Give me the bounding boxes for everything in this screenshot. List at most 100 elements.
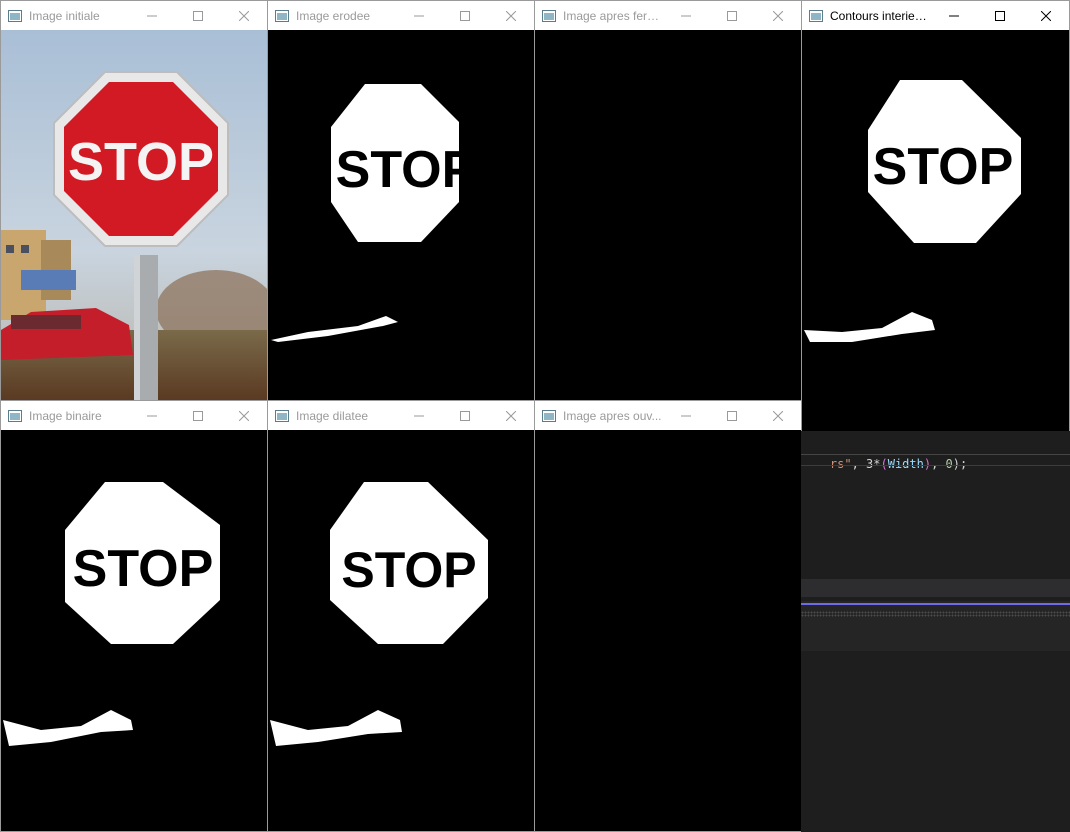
minimize-icon	[414, 15, 424, 16]
code-number: 0	[945, 457, 953, 471]
app-icon	[542, 409, 556, 422]
minimize-button[interactable]	[396, 1, 442, 30]
contours-interieurs-canvas: STOP	[802, 30, 1069, 431]
minimize-button[interactable]	[396, 401, 442, 430]
window-image-apres-fermeture[interactable]: Image apres ferm...	[534, 0, 802, 401]
app-icon	[8, 409, 22, 422]
contours-sign-image: STOP	[804, 80, 1021, 342]
window-image-binaire[interactable]: Image binaire STOP	[0, 400, 268, 832]
app-icon	[8, 9, 22, 22]
image-initiale-canvas: STOP	[1, 30, 267, 400]
title-bar[interactable]: Contours interieurs	[802, 1, 1069, 30]
sign-text: STOP	[73, 540, 214, 598]
sign-text: STOP	[336, 141, 477, 199]
close-button[interactable]	[488, 401, 534, 430]
code-variable: Width	[887, 457, 924, 471]
title-bar[interactable]: Image apres ferm...	[535, 1, 801, 30]
close-icon	[1041, 10, 1051, 21]
maximize-button[interactable]	[977, 1, 1023, 30]
sign-text: STOP	[341, 542, 476, 598]
editor-accent-bar	[801, 603, 1070, 605]
close-button[interactable]	[488, 1, 534, 30]
window-title: Contours interieurs	[830, 8, 931, 23]
window-image-erodee[interactable]: Image erodee STOP	[267, 0, 535, 401]
code-line-end: );	[952, 457, 968, 471]
sign-text: STOP	[873, 138, 1014, 196]
app-icon	[809, 9, 823, 22]
maximize-button[interactable]	[442, 401, 488, 430]
editor-highlight-band	[801, 579, 1070, 597]
dilated-sign-image: STOP	[270, 482, 488, 746]
code-close-paren: )	[923, 457, 932, 471]
minimize-button[interactable]	[663, 1, 709, 30]
minimize-icon	[147, 15, 157, 16]
image-erodee-canvas: STOP	[268, 30, 534, 400]
image-apres-fermeture-canvas	[535, 30, 801, 400]
window-title: Image binaire	[29, 408, 102, 423]
maximize-icon	[460, 410, 470, 421]
editor-divider	[801, 454, 1070, 455]
maximize-button[interactable]	[175, 1, 221, 30]
code-separator-2: ,	[931, 457, 946, 471]
minimize-button[interactable]	[663, 401, 709, 430]
app-icon	[542, 9, 556, 22]
minimize-button[interactable]	[931, 1, 977, 30]
minimize-button[interactable]	[129, 1, 175, 30]
app-icon	[275, 9, 289, 22]
minimize-icon	[681, 15, 691, 16]
window-title: Image dilatee	[296, 408, 369, 423]
editor-panel[interactable]	[801, 601, 1070, 651]
minimize-icon	[147, 415, 157, 416]
image-apres-ouverture-canvas	[535, 430, 801, 831]
title-bar[interactable]: Image dilatee	[268, 401, 534, 430]
window-image-dilatee[interactable]: Image dilatee STOP	[267, 400, 535, 832]
maximize-button[interactable]	[442, 1, 488, 30]
window-image-apres-ouverture[interactable]: Image apres ouv...	[534, 400, 802, 832]
minimize-icon	[949, 15, 959, 16]
minimize-button[interactable]	[129, 401, 175, 430]
image-dilatee-canvas: STOP	[268, 430, 534, 831]
close-button[interactable]	[755, 1, 801, 30]
minimize-icon	[414, 415, 424, 416]
window-contours-interieurs[interactable]: Contours interieurs STOP	[801, 0, 1070, 432]
editor-divider	[801, 465, 1070, 466]
close-icon	[239, 410, 249, 421]
code-editor[interactable]: rs", 3*(Width), 0);	[801, 431, 1070, 832]
code-separator: , 3*	[851, 457, 881, 471]
close-icon	[239, 10, 249, 21]
image-binaire-canvas: STOP	[1, 430, 267, 831]
maximize-icon	[460, 10, 470, 21]
maximize-icon	[193, 410, 203, 421]
title-bar[interactable]: Image erodee	[268, 1, 534, 30]
title-bar[interactable]: Image binaire	[1, 401, 267, 430]
close-icon	[773, 10, 783, 21]
window-image-initiale[interactable]: Image initiale STOP	[0, 0, 268, 401]
close-icon	[506, 410, 516, 421]
close-button[interactable]	[755, 401, 801, 430]
maximize-icon	[727, 10, 737, 21]
code-open-paren: (	[880, 457, 888, 471]
maximize-button[interactable]	[175, 401, 221, 430]
code-line[interactable]: rs", 3*(Width), 0);	[801, 437, 967, 471]
code-string: rs"	[829, 457, 852, 471]
close-button[interactable]	[221, 401, 267, 430]
title-bar[interactable]: Image apres ouv...	[535, 401, 801, 430]
app-icon	[275, 409, 289, 422]
maximize-icon	[727, 410, 737, 421]
close-button[interactable]	[221, 1, 267, 30]
window-title: Image erodee	[296, 8, 371, 23]
maximize-button[interactable]	[709, 401, 755, 430]
close-icon	[773, 410, 783, 421]
maximize-icon	[193, 10, 203, 21]
editor-scroll-shadow	[801, 611, 1070, 617]
sign-text: STOP	[68, 132, 214, 192]
window-title: Image apres ferm...	[563, 8, 663, 23]
window-title: Image apres ouv...	[563, 408, 662, 423]
close-icon	[506, 10, 516, 21]
stop-sign-photo: STOP	[1, 30, 267, 400]
maximize-icon	[995, 10, 1005, 21]
minimize-icon	[681, 415, 691, 416]
maximize-button[interactable]	[709, 1, 755, 30]
title-bar[interactable]: Image initiale	[1, 1, 267, 30]
close-button[interactable]	[1023, 1, 1069, 30]
